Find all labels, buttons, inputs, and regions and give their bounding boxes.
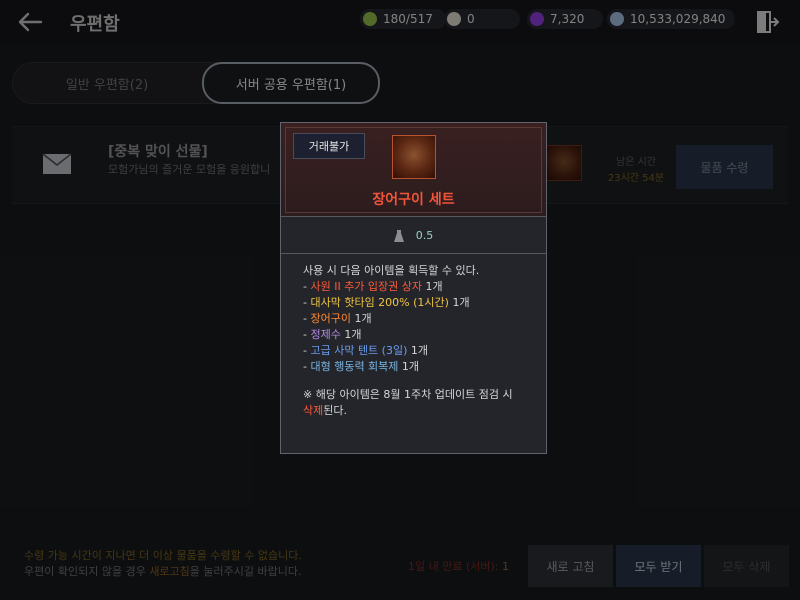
reward-line: - 대형 행동력 회복제 1개 — [303, 360, 420, 373]
reward-qty: 1개 — [401, 360, 420, 373]
deletion-notice: ※ 해당 아이템은 8월 1주차 업데이트 점검 시 삭제된다. — [303, 387, 533, 419]
tooltip-header: 거래불가 장어구이 세트 — [281, 123, 546, 217]
reward-name: 대형 행동력 회복제 — [310, 360, 399, 373]
reward-name: 대사막 핫타임 200% (1시간) — [310, 296, 449, 309]
notice-text: 삭제된다. — [303, 403, 533, 419]
reward-qty: 1개 — [410, 344, 429, 357]
notice-suffix: 된다. — [323, 404, 347, 417]
reward-line: - 정제수 1개 — [303, 328, 362, 341]
reward-line: - 고급 사막 텐트 (3일) 1개 — [303, 344, 429, 357]
item-tooltip: 거래불가 장어구이 세트 0.5 사용 시 다음 아이템을 획득할 수 있다. … — [280, 122, 547, 454]
item-description: 사용 시 다음 아이템을 획득할 수 있다. - 사원 II 추가 입장권 상자… — [303, 263, 533, 375]
notice-delete-highlight: 삭제 — [303, 404, 324, 417]
item-weight: 0.5 — [281, 218, 546, 254]
reward-name: 고급 사막 텐트 (3일) — [310, 344, 408, 357]
reward-line: - 장어구이 1개 — [303, 312, 372, 325]
reward-line: - 사원 II 추가 입장권 상자 1개 — [303, 280, 443, 293]
reward-qty: 1개 — [354, 312, 372, 325]
untradeable-badge: 거래불가 — [293, 133, 365, 159]
reward-name: 정제수 — [310, 328, 341, 341]
reward-line: - 대사막 핫타임 200% (1시간) 1개 — [303, 296, 470, 309]
reward-name: 장어구이 — [310, 312, 351, 325]
notice-text: ※ 해당 아이템은 8월 1주차 업데이트 점검 시 — [303, 388, 513, 401]
reward-name: 사원 II 추가 입장권 상자 — [310, 280, 423, 293]
item-name: 장어구이 세트 — [372, 192, 455, 208]
weight-icon — [393, 229, 404, 242]
weight-value: 0.5 — [415, 229, 434, 242]
reward-qty: 1개 — [452, 296, 470, 309]
item-icon — [392, 135, 436, 179]
description-intro: 사용 시 다음 아이템을 획득할 수 있다. — [303, 264, 480, 277]
reward-qty: 1개 — [344, 328, 362, 341]
reward-qty: 1개 — [425, 280, 443, 293]
